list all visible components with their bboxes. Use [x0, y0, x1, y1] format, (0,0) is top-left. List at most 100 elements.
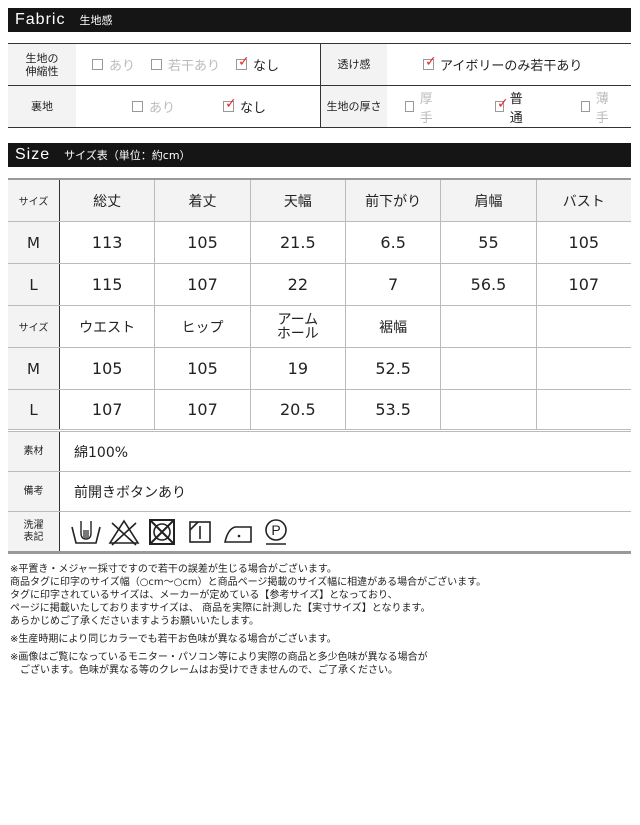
- checkbox-icon: [405, 101, 414, 112]
- checked-checkbox-icon: [495, 96, 508, 112]
- size-header-row-1: サイズ 総丈 着丈 天幅 前下がり 肩幅 バスト: [8, 180, 631, 222]
- value-cell: 113: [91, 233, 123, 252]
- header-cell: 肩幅: [440, 180, 535, 221]
- care-label-line2: 表記: [23, 531, 44, 543]
- value-cell: 55: [440, 222, 535, 263]
- size-column-label: サイズ: [8, 180, 60, 221]
- header-cell: ウエスト: [79, 319, 136, 336]
- table-row: M 113 105 21.5 6.5 55 105: [8, 222, 631, 264]
- value-cell: 19: [249, 348, 345, 389]
- table-row: L 115 107 22 7 56.5 107: [8, 264, 631, 306]
- lining-option-ari: あり: [132, 97, 175, 116]
- value-cell: 20.5: [249, 390, 345, 429]
- checkbox-icon: [92, 59, 103, 70]
- stretch-options: あり 若干あり なし: [76, 44, 320, 85]
- value-cell-empty: [440, 348, 535, 389]
- value-cell: 105: [154, 222, 249, 263]
- thickness-option-thin: 薄手: [581, 88, 615, 126]
- value-cell-empty: [535, 348, 631, 389]
- material-row: 素材 綿100%: [8, 432, 631, 472]
- header-cell: 総丈: [93, 193, 122, 210]
- option-label: 若干あり: [168, 59, 221, 74]
- option-label: なし: [253, 59, 280, 74]
- header-cell-armhole: アーム ホール: [249, 306, 345, 347]
- stretch-label: 生地の 伸縮性: [8, 44, 76, 85]
- stretch-option-jakkan: 若干あり: [151, 55, 220, 74]
- stretch-label-line2: 伸縮性: [25, 64, 59, 78]
- material-value: 綿100%: [74, 444, 129, 461]
- option-label: アイボリーのみ若干あり: [440, 59, 583, 74]
- option-label: あり: [149, 101, 176, 116]
- remarks-value: 前開きボタンあり: [74, 484, 186, 501]
- thickness-options: 厚手 普通 薄手: [387, 86, 631, 127]
- fabric-row-2: 裏地 あり なし 生地の厚さ 厚手 普通 薄手: [8, 86, 631, 128]
- remarks-row: 備考 前開きボタンあり: [8, 472, 631, 512]
- armhole-line2: ホール: [276, 325, 319, 342]
- checked-checkbox-icon: [223, 96, 237, 112]
- option-label: 厚手: [419, 91, 433, 126]
- header-cell-empty: [440, 306, 535, 347]
- checkbox-icon: [581, 101, 590, 112]
- footnote: ※画像はご覧になっているモニター・パソコン等により実際の商品と多少色味が異なる場…: [10, 652, 428, 663]
- header-cell: バスト: [535, 180, 631, 221]
- fabric-row-1: 生地の伸縮性 あり 若干あり なし 透け感 アイボリーのみ若干あり: [8, 44, 631, 86]
- fabric-table: 生地の伸縮性 あり 若干あり なし 透け感 アイボリーのみ若干あり 裏地 あり …: [8, 43, 631, 128]
- sheer-options: アイボリーのみ若干あり: [387, 44, 631, 85]
- option-label: 薄手: [595, 91, 609, 126]
- fabric-title-jp: 生地感: [79, 14, 113, 27]
- stretch-option-ari: あり: [92, 55, 135, 74]
- hand-wash-icon: [71, 520, 101, 544]
- value-cell: 107: [91, 400, 123, 419]
- remarks-label: 備考: [8, 472, 60, 511]
- size-title-en: Size: [15, 146, 51, 163]
- size-section-header: Size サイズ表（単位：約cm）: [8, 143, 631, 167]
- drip-dry-shade-icon: [189, 520, 211, 543]
- thickness-option-thick: 厚手: [405, 88, 439, 126]
- value-cell: 52.5: [344, 348, 440, 389]
- header-cell: ヒップ: [154, 306, 249, 347]
- size-title-jp: サイズ表（単位：約cm）: [64, 149, 191, 162]
- footnote: あらかじめご了承くださいますようお願いいたします。: [10, 616, 259, 627]
- header-cell: 天幅: [249, 180, 345, 221]
- size-cell: M: [8, 348, 60, 389]
- dry-clean-p-icon: P: [265, 518, 287, 545]
- checked-checkbox-icon: [236, 54, 250, 70]
- value-cell: 53.5: [344, 390, 440, 429]
- footnote: ページに掲載いたしておりますサイズは、 商品を実際に計測した【実寸サイズ】となり…: [10, 603, 431, 614]
- option-label: あり: [109, 59, 136, 74]
- lining-option-nashi: なし: [223, 96, 266, 116]
- checkbox-icon: [132, 101, 143, 112]
- footnote: ※生産時期により同じカラーでも若干お色味が異なる場合がございます。: [10, 634, 337, 645]
- care-row: 洗濯 表記 P: [8, 512, 631, 554]
- care-label: 洗濯 表記: [8, 512, 60, 551]
- value-cell: 6.5: [344, 222, 440, 263]
- svg-text:P: P: [271, 522, 280, 538]
- value-cell: 7: [344, 264, 440, 305]
- header-cell: 前下がり: [344, 180, 440, 221]
- care-label-line1: 洗濯: [23, 519, 44, 531]
- value-cell: 105: [535, 222, 631, 263]
- table-row: L 107 107 20.5 53.5: [8, 390, 631, 432]
- table-row: M 105 105 19 52.5: [8, 348, 631, 390]
- value-cell: 105: [154, 348, 249, 389]
- value-cell: 105: [91, 359, 123, 378]
- checked-checkbox-icon: [423, 54, 437, 70]
- size-header-row-2: サイズ ウエスト ヒップ アーム ホール 裾幅: [8, 306, 631, 348]
- header-cell: 裾幅: [344, 306, 440, 347]
- size-cell: L: [8, 264, 60, 305]
- size-cell: L: [8, 390, 60, 429]
- sheer-label: 透け感: [321, 44, 387, 85]
- value-cell: 107: [535, 264, 631, 305]
- fabric-title-en: Fabric: [15, 11, 66, 28]
- size-cell: M: [8, 222, 60, 263]
- fabric-section-header: Fabric 生地感: [8, 8, 631, 32]
- size-table: サイズ 総丈 着丈 天幅 前下がり 肩幅 バスト M 113 105 21.5 …: [8, 178, 631, 554]
- footnote: タグに印字されているサイズは、メーカーが定めている【参考サイズ】となっており、: [10, 590, 398, 601]
- no-tumble-dry-icon: [149, 518, 175, 545]
- footnote: 商品タグに印字のサイズ幅（○cm〜○cm）と商品ページ掲載のサイズ幅に相違がある…: [10, 577, 487, 588]
- option-label: 普通: [509, 91, 523, 126]
- value-cell: 56.5: [440, 264, 535, 305]
- checkbox-icon: [151, 59, 163, 70]
- lining-options: あり なし: [76, 86, 320, 127]
- no-bleach-icon: [108, 519, 140, 546]
